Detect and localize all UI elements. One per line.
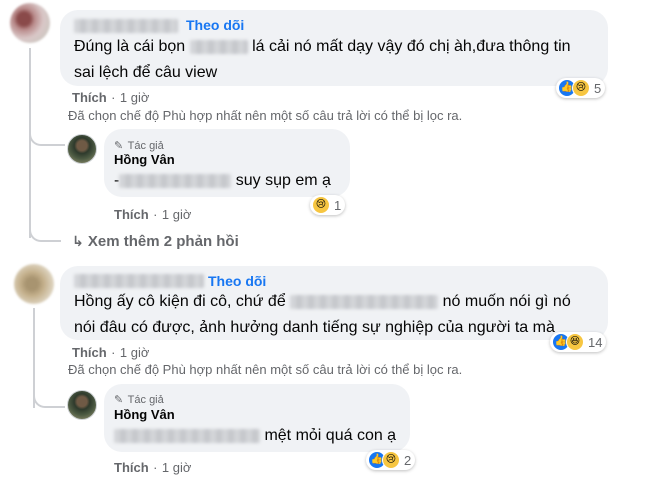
reaction-summary[interactable]: 👍 😆 14 xyxy=(550,332,607,352)
timestamp[interactable]: 1 giờ xyxy=(120,90,150,105)
timestamp[interactable]: 1 giờ xyxy=(162,207,192,222)
comment-actions: Thích · 1 giờ xyxy=(72,89,149,107)
reply-actions: Thích · 1 giờ xyxy=(114,459,191,477)
like-button[interactable]: Thích xyxy=(114,460,149,475)
see-more-replies[interactable]: ↳ Xem thêm 2 phản hồi xyxy=(72,233,239,250)
haha-icon: 😆 xyxy=(566,333,584,351)
reaction-count: 5 xyxy=(594,80,602,96)
redacted-commenter-name xyxy=(74,19,178,33)
reaction-count: 1 xyxy=(334,197,342,213)
redacted-text xyxy=(119,173,232,188)
sad-icon: 😢 xyxy=(382,451,400,469)
reaction-summary[interactable]: 😢 1 xyxy=(310,195,346,215)
like-button[interactable]: Thích xyxy=(72,90,107,105)
reply-arrow-icon: ↳ xyxy=(72,233,84,249)
redacted-commenter-name xyxy=(74,274,204,288)
reaction-count: 2 xyxy=(404,452,412,468)
follow-link[interactable]: Theo dõi xyxy=(208,273,266,289)
redacted-text xyxy=(290,294,439,309)
pen-icon: ✎ xyxy=(114,394,124,406)
timestamp[interactable]: 1 giờ xyxy=(162,460,192,475)
thread-curve xyxy=(29,110,65,146)
pen-icon: ✎ xyxy=(114,140,124,152)
redacted-text xyxy=(189,39,248,54)
author-badge: ✎ Tác giả xyxy=(114,394,164,406)
like-button[interactable]: Thích xyxy=(114,207,149,222)
separator-dot: · xyxy=(153,460,158,475)
reaction-summary[interactable]: 👍 😢 2 xyxy=(366,450,416,470)
commenter-avatar[interactable] xyxy=(14,264,54,304)
timestamp[interactable]: 1 giờ xyxy=(120,345,150,360)
commenter-avatar[interactable] xyxy=(10,3,50,43)
filter-notice: Đã chọn chế độ Phù hợp nhất nên một số c… xyxy=(68,362,463,377)
author-name[interactable]: Hồng Vân xyxy=(114,152,175,167)
like-button[interactable]: Thích xyxy=(72,345,107,360)
reply-actions: Thích · 1 giờ xyxy=(114,206,191,224)
thread-curve xyxy=(29,210,61,242)
separator-dot: · xyxy=(111,90,116,105)
filter-notice: Đã chọn chế độ Phù hợp nhất nên một số c… xyxy=(68,108,463,123)
redacted-text xyxy=(114,428,260,443)
sad-icon: 😢 xyxy=(312,196,330,214)
author-avatar[interactable] xyxy=(67,134,97,164)
comment-text: Đúng là cái bọn lá cải nó mất dạy vậy đó… xyxy=(74,38,571,81)
separator-dot: · xyxy=(111,345,116,360)
sad-icon: 😢 xyxy=(572,79,590,97)
comment-text: Hồng ấy cô kiện đi cô, chứ để nó muốn nó… xyxy=(74,293,571,336)
separator-dot: · xyxy=(153,207,158,222)
reply-text: mệt mỏi quá con ạ xyxy=(114,423,396,449)
comment-actions: Thích · 1 giờ xyxy=(72,344,149,362)
thread-curve xyxy=(33,372,65,408)
reaction-count: 14 xyxy=(588,334,603,350)
reaction-summary[interactable]: 👍 😢 5 xyxy=(556,78,606,98)
author-name[interactable]: Hồng Vân xyxy=(114,407,175,422)
reply-text: - suy sụp em ạ xyxy=(114,172,331,189)
author-avatar[interactable] xyxy=(67,390,97,420)
follow-link[interactable]: Theo dõi xyxy=(186,17,244,33)
